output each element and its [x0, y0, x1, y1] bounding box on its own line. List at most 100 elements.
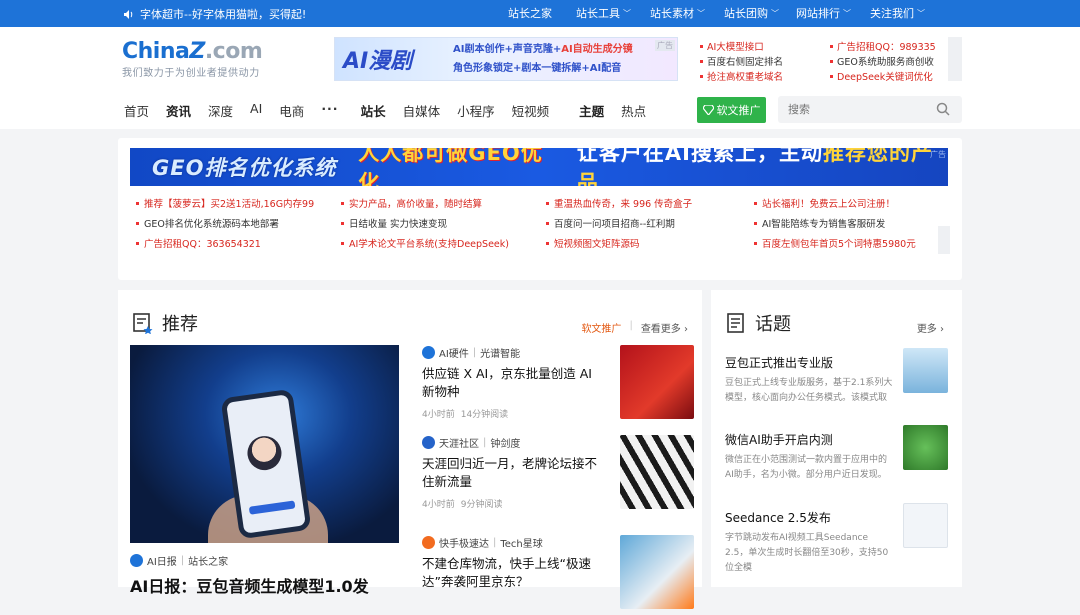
bullet-icon — [754, 201, 757, 205]
bullet-icon — [700, 44, 703, 48]
recommend-header: 推荐 — [132, 310, 198, 336]
ad-text-link[interactable]: AI学术论文平台系统(支持DeepSeek) — [341, 236, 546, 250]
topic-thumbnail[interactable] — [903, 503, 948, 548]
ad-link[interactable]: AI大模型接口 — [700, 39, 830, 53]
article-item[interactable]: AI硬件 | 光谱智能 供应链 X AI，京东批量创造 AI 新物种 4小时前 1… — [422, 345, 694, 425]
top-nav-item-rank[interactable]: 网站排行 ﹀ — [796, 5, 870, 21]
topic-title[interactable]: 豆包正式推出专业版 — [725, 354, 833, 371]
ad-link[interactable]: 抢注高权重老域名 — [700, 69, 830, 83]
nav-mini-program[interactable]: 小程序 — [457, 101, 495, 120]
ad-link[interactable]: DeepSeek关键词优化 — [830, 69, 940, 83]
top-nav-item-tools[interactable]: 站长工具 ﹀ — [576, 5, 650, 21]
topic-thumbnail[interactable] — [903, 425, 948, 470]
ad-text-link[interactable]: 推荐【菠萝云】买2送1活动,16G内存99 — [136, 196, 341, 210]
topics-icon — [727, 313, 744, 333]
diamond-icon — [702, 105, 714, 115]
nav-more[interactable]: ··· — [321, 101, 338, 120]
bullet-icon — [700, 74, 703, 78]
topic-desc: 微信正在小范围测试一款内置于应用中的AI助手，名为小微。部分用户近日发现。 — [725, 455, 888, 480]
ad-label: 广告 — [655, 40, 675, 51]
nav-ai[interactable]: AI — [250, 101, 262, 120]
topics-header: 话题 — [725, 310, 791, 336]
topic-desc: 豆包正式上线专业版服务，基于2.1系列大模型，核心面向办公任务模式。该模式取 — [725, 378, 893, 403]
article-item[interactable]: 快手极速达 | Tech星球 不建仓库物流，快手上线“极速达”奔袭阿里京东？ — [422, 535, 694, 615]
view-more-link[interactable]: 查看更多 › — [641, 320, 688, 335]
top-nav-item-chinaz[interactable]: 站长之家 — [508, 5, 576, 21]
search-box — [778, 96, 962, 123]
top-nav-item-sucai[interactable]: 站长素材 ﹀ — [650, 5, 724, 21]
soft-promo-link[interactable]: 软文推广 — [581, 320, 621, 335]
top-nav-item-follow[interactable]: 关注我们 ﹀ — [870, 5, 940, 21]
top-notice-text: 字体超市--好字体用猫啦，买得起! — [140, 8, 307, 21]
ad-text-link[interactable]: 日结收量 实力快速变现 — [341, 216, 546, 230]
bullet-icon — [341, 241, 344, 245]
nav-webmaster[interactable]: 站长 — [361, 101, 386, 120]
article-time: 4小时前 14分钟阅读 — [422, 410, 509, 420]
geo-banner-ad[interactable]: GEO排名优化系统 人人都可做GEO优化 让客户在AI搜索上，主动推荐您的产品 … — [130, 148, 948, 186]
bullet-icon — [830, 59, 833, 63]
nav-ecommerce[interactable]: 电商 — [279, 101, 304, 120]
ad-link[interactable]: 广告招租QQ：989335 — [830, 39, 940, 53]
ad-text-link[interactable]: GEO排名优化系统源码本地部署 — [136, 216, 341, 230]
nav-news[interactable]: 资讯 — [166, 101, 191, 120]
article-thumbnail[interactable] — [620, 435, 694, 509]
ai-manju-banner-ad[interactable]: AI漫剧 AI剧本创作+声音克隆+AI自动生成分镜 角色形象锁定+剧本一键拆解+… — [334, 37, 678, 81]
ad-label: 广告 — [930, 150, 946, 159]
hero-author[interactable]: 站长之家 — [188, 553, 228, 568]
ad-text-link[interactable]: 重温热血传奇，来 996 传奇盒子 — [546, 196, 754, 210]
topic-item[interactable]: Seedance 2.5发布 字节跳动发布AI视频工具Seedance 2.5，… — [725, 503, 948, 573]
top-notice[interactable]: 字体超市--好字体用猫啦，买得起! — [124, 6, 306, 22]
topic-item[interactable]: 豆包正式推出专业版 豆包正式上线专业版服务，基于2.1系列大模型，核心面向办公任… — [725, 348, 948, 414]
soft-article-promo-button[interactable]: 软文推广 — [697, 97, 766, 123]
top-bar: 字体超市--好字体用猫啦，买得起! 站长之家 站长工具 ﹀ 站长素材 ﹀ 站长团购 ﹀… — [0, 0, 1080, 27]
ad-text-link[interactable]: 广告招租QQ：363654321 — [136, 236, 341, 250]
hero-image[interactable] — [130, 345, 399, 543]
hero-source[interactable]: AI日报 — [147, 553, 177, 568]
bullet-icon — [830, 44, 833, 48]
ad-link[interactable]: GEO系统助服务商创收 — [830, 54, 940, 68]
article-title[interactable]: 天涯回归近一月，老牌论坛接不住新流量 — [422, 455, 607, 491]
bullet-icon — [136, 221, 139, 225]
source-avatar — [130, 554, 143, 567]
topic-item[interactable]: 微信AI助手开启内测 微信正在小范围测试一款内置于应用中的AI助手，名为小微。部… — [725, 425, 948, 491]
ad-text-link[interactable]: AI智能陪练专为销售客服研发 — [754, 216, 926, 230]
top-nav-item-tuangou[interactable]: 站长团购 ﹀ — [724, 5, 796, 21]
nav-self-media[interactable]: 自媒体 — [403, 101, 441, 120]
nav-hot[interactable]: 热点 — [621, 101, 646, 120]
ad-text-link[interactable]: 短视频图文矩阵源码 — [546, 236, 754, 250]
ad-link[interactable]: 百度右侧固定排名 — [700, 54, 830, 68]
nav-short-video[interactable]: 短视频 — [512, 101, 550, 120]
divider: | — [629, 320, 633, 331]
ad-text-link[interactable]: 百度左侧包年首页5个词特惠5980元 — [754, 236, 926, 250]
topic-title[interactable]: 微信AI助手开启内测 — [725, 431, 833, 448]
nav-home[interactable]: 首页 — [124, 101, 149, 120]
article-title[interactable]: 不建仓库物流，快手上线“极速达”奔袭阿里京东？ — [422, 555, 607, 591]
divider: | — [472, 347, 477, 358]
topic-thumbnail[interactable] — [903, 348, 948, 393]
chevron-right-icon: › — [684, 324, 688, 335]
topics-more-link[interactable]: 更多 › — [917, 320, 944, 335]
nav-topics[interactable]: 主题 — [579, 101, 604, 120]
recommend-icon — [133, 313, 153, 334]
source-avatar — [422, 346, 435, 359]
search-icon[interactable] — [936, 102, 950, 116]
bullet-icon — [546, 221, 549, 225]
article-thumbnail[interactable] — [620, 345, 694, 419]
search-input[interactable] — [788, 101, 928, 118]
topic-title[interactable]: Seedance 2.5发布 — [725, 509, 831, 526]
ad-text-link[interactable]: 站长福利！免费云上公司注册！ — [754, 196, 926, 210]
ad-text-link[interactable]: 百度问一问项目招商--红利期 — [546, 216, 754, 230]
ad-side-strip — [948, 37, 962, 81]
article-item[interactable]: 天涯社区 | 钟剑度 天涯回归近一月，老牌论坛接不住新流量 4小时前 9分钟阅读 — [422, 435, 694, 515]
nav-depth[interactable]: 深度 — [208, 101, 233, 120]
source-avatar — [422, 536, 435, 549]
recommend-title: 推荐 — [162, 314, 198, 335]
top-nav: 站长之家 站长工具 ﹀ 站长素材 ﹀ 站长团购 ﹀ 网站排行 ﹀ 关注我们 ﹀ — [508, 5, 940, 21]
article-title[interactable]: 供应链 X AI，京东批量创造 AI 新物种 — [422, 365, 607, 401]
ad-text-link[interactable]: 实力产品，高价收量，随时结算 — [341, 196, 546, 210]
topics-panel: 话题 更多 › 豆包正式推出专业版 豆包正式上线专业版服务，基于2.1系列大模型… — [711, 290, 962, 587]
divider: | — [180, 555, 185, 566]
hero-title[interactable]: AI日报：豆包音频生成模型1.0发 — [130, 573, 369, 597]
site-logo[interactable]: ChinaZ.com 我们致力于为创业者提供动力 — [122, 39, 263, 79]
article-thumbnail[interactable] — [620, 535, 694, 609]
